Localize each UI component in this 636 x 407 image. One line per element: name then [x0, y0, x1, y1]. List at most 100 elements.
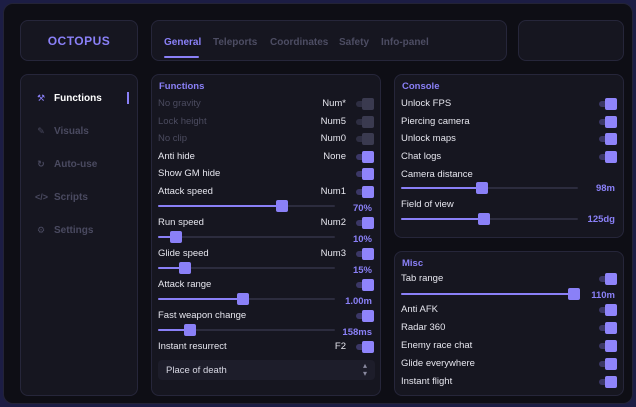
- attack-range-slider[interactable]: [158, 293, 335, 305]
- hotkey-label[interactable]: Num2: [321, 217, 346, 228]
- fast-weapon-change-slider[interactable]: [158, 324, 335, 336]
- wrench-icon: ⚒: [36, 92, 46, 103]
- tab-bar: General Teleports Coordinates Safety Inf…: [151, 20, 507, 61]
- hotkey-label[interactable]: F2: [335, 341, 346, 352]
- setting-label: Tab range: [401, 273, 444, 284]
- tab-safety[interactable]: Safety: [339, 37, 369, 48]
- sidebar-item-label: Visuals: [54, 125, 89, 137]
- glide-speed-row: Glide speed Num3: [158, 247, 374, 260]
- run-speed-slider[interactable]: [158, 231, 335, 243]
- tab-teleports[interactable]: Teleports: [213, 37, 257, 48]
- no-gravity-toggle[interactable]: [356, 97, 374, 110]
- hotkey-label[interactable]: Num5: [321, 116, 346, 127]
- tab-range-value: 110m: [591, 290, 615, 301]
- sidebar-item-label: Auto-use: [54, 158, 98, 170]
- sidebar-item-functions[interactable]: ⚒ Functions: [35, 89, 129, 107]
- setting-label: No gravity: [158, 98, 201, 109]
- radar-360-toggle[interactable]: [599, 321, 617, 334]
- tab-general[interactable]: General: [164, 37, 201, 48]
- slider-handle[interactable]: [183, 324, 196, 336]
- glide-everywhere-row: Glide everywhere: [401, 357, 617, 370]
- glide-speed-value: 15%: [352, 265, 372, 276]
- tab-info-panel[interactable]: Info-panel: [381, 37, 429, 48]
- radar-360-row: Radar 360: [401, 321, 617, 334]
- setting-label: Lock height: [158, 116, 207, 127]
- show-gm-hide-toggle[interactable]: [356, 167, 374, 180]
- hotkey-label[interactable]: Num*: [322, 98, 346, 109]
- misc-panel: Misc Tab range 110m Anti AFK Radar 360 E…: [394, 251, 624, 396]
- camera-distance-slider[interactable]: [401, 182, 578, 194]
- glide-everywhere-toggle[interactable]: [599, 357, 617, 370]
- sidebar-item-visuals[interactable]: ✎ Visuals: [35, 122, 129, 140]
- show-gm-hide-row: Show GM hide: [158, 167, 374, 180]
- tab-coordinates[interactable]: Coordinates: [270, 37, 328, 48]
- camera-distance-row: Camera distance: [401, 168, 617, 181]
- tab-range-toggle[interactable]: [599, 272, 617, 285]
- slider-handle[interactable]: [275, 200, 288, 212]
- sidebar-item-auto-use[interactable]: ↻ Auto-use: [35, 155, 129, 173]
- fast-weapon-change-toggle[interactable]: [356, 309, 374, 322]
- section-title: Console: [402, 81, 440, 92]
- enemy-race-chat-row: Enemy race chat: [401, 339, 617, 352]
- setting-label: Field of view: [401, 199, 454, 210]
- anti-afk-toggle[interactable]: [599, 303, 617, 316]
- chat-logs-row: Chat logs: [401, 150, 617, 163]
- sidebar-item-settings[interactable]: ⚙ Settings: [35, 221, 129, 239]
- slider-handle[interactable]: [169, 231, 182, 243]
- camera-distance-value: 98m: [595, 183, 615, 194]
- attack-speed-row: Attack speed Num1: [158, 185, 374, 198]
- setting-label: Instant flight: [401, 376, 453, 387]
- section-title: Misc: [402, 258, 424, 269]
- console-panel: Console Unlock FPS Piercing camera Unloc…: [394, 74, 624, 238]
- anti-hide-toggle[interactable]: [356, 150, 374, 163]
- setting-label: Anti hide: [158, 151, 195, 162]
- setting-label: Unlock maps: [401, 133, 456, 144]
- glide-speed-toggle[interactable]: [356, 247, 374, 260]
- fast-weapon-change-value: 158ms: [342, 327, 372, 338]
- brush-icon: ✎: [37, 125, 45, 136]
- hotkey-label[interactable]: Num0: [321, 133, 346, 144]
- enemy-race-chat-toggle[interactable]: [599, 339, 617, 352]
- instant-flight-row: Instant flight: [401, 375, 617, 388]
- attack-speed-slider[interactable]: [158, 200, 335, 212]
- sidebar-item-scripts[interactable]: </> Scripts: [35, 188, 129, 206]
- no-gravity-row: No gravity Num*: [158, 97, 374, 110]
- attack-range-toggle[interactable]: [356, 278, 374, 291]
- slider-handle[interactable]: [236, 293, 249, 305]
- hotkey-label[interactable]: Num1: [321, 186, 346, 197]
- setting-label: Anti AFK: [401, 304, 438, 315]
- run-speed-row: Run speed Num2: [158, 216, 374, 229]
- setting-label: Radar 360: [401, 322, 446, 333]
- instant-resurrect-toggle[interactable]: [356, 340, 374, 353]
- hotkey-label[interactable]: Num3: [321, 248, 346, 259]
- chat-logs-toggle[interactable]: [599, 150, 617, 163]
- instant-flight-toggle[interactable]: [599, 375, 617, 388]
- field-of-view-slider[interactable]: [401, 213, 578, 225]
- run-speed-toggle[interactable]: [356, 216, 374, 229]
- select-value: Place of death: [166, 364, 227, 376]
- resurrect-location-select[interactable]: Place of death ▴ ▾: [158, 360, 375, 380]
- slider-handle[interactable]: [476, 182, 489, 194]
- tab-range-slider[interactable]: [401, 288, 581, 300]
- piercing-camera-toggle[interactable]: [599, 115, 617, 128]
- field-of-view-row: Field of view: [401, 198, 617, 211]
- lock-height-row: Lock height Num5: [158, 115, 374, 128]
- attack-speed-toggle[interactable]: [356, 185, 374, 198]
- hotkey-label[interactable]: None: [323, 151, 346, 162]
- header-right-panel: [518, 20, 624, 61]
- unlock-maps-toggle[interactable]: [599, 132, 617, 145]
- slider-handle[interactable]: [478, 213, 491, 225]
- setting-label: Glide everywhere: [401, 358, 475, 369]
- app-window: OCTOPUS General Teleports Coordinates Sa…: [3, 3, 633, 404]
- slider-handle[interactable]: [568, 288, 581, 300]
- setting-label: Attack range: [158, 279, 212, 290]
- unlock-fps-toggle[interactable]: [599, 97, 617, 110]
- piercing-camera-row: Piercing camera: [401, 115, 617, 128]
- slider-handle[interactable]: [178, 262, 191, 274]
- attack-speed-value: 70%: [352, 203, 372, 214]
- lock-height-toggle[interactable]: [356, 115, 374, 128]
- no-clip-toggle[interactable]: [356, 132, 374, 145]
- glide-speed-slider[interactable]: [158, 262, 335, 274]
- gear-icon: ⚙: [36, 224, 46, 235]
- sidebar: ⚒ Functions ✎ Visuals ↻ Auto-use </> Scr…: [20, 74, 138, 396]
